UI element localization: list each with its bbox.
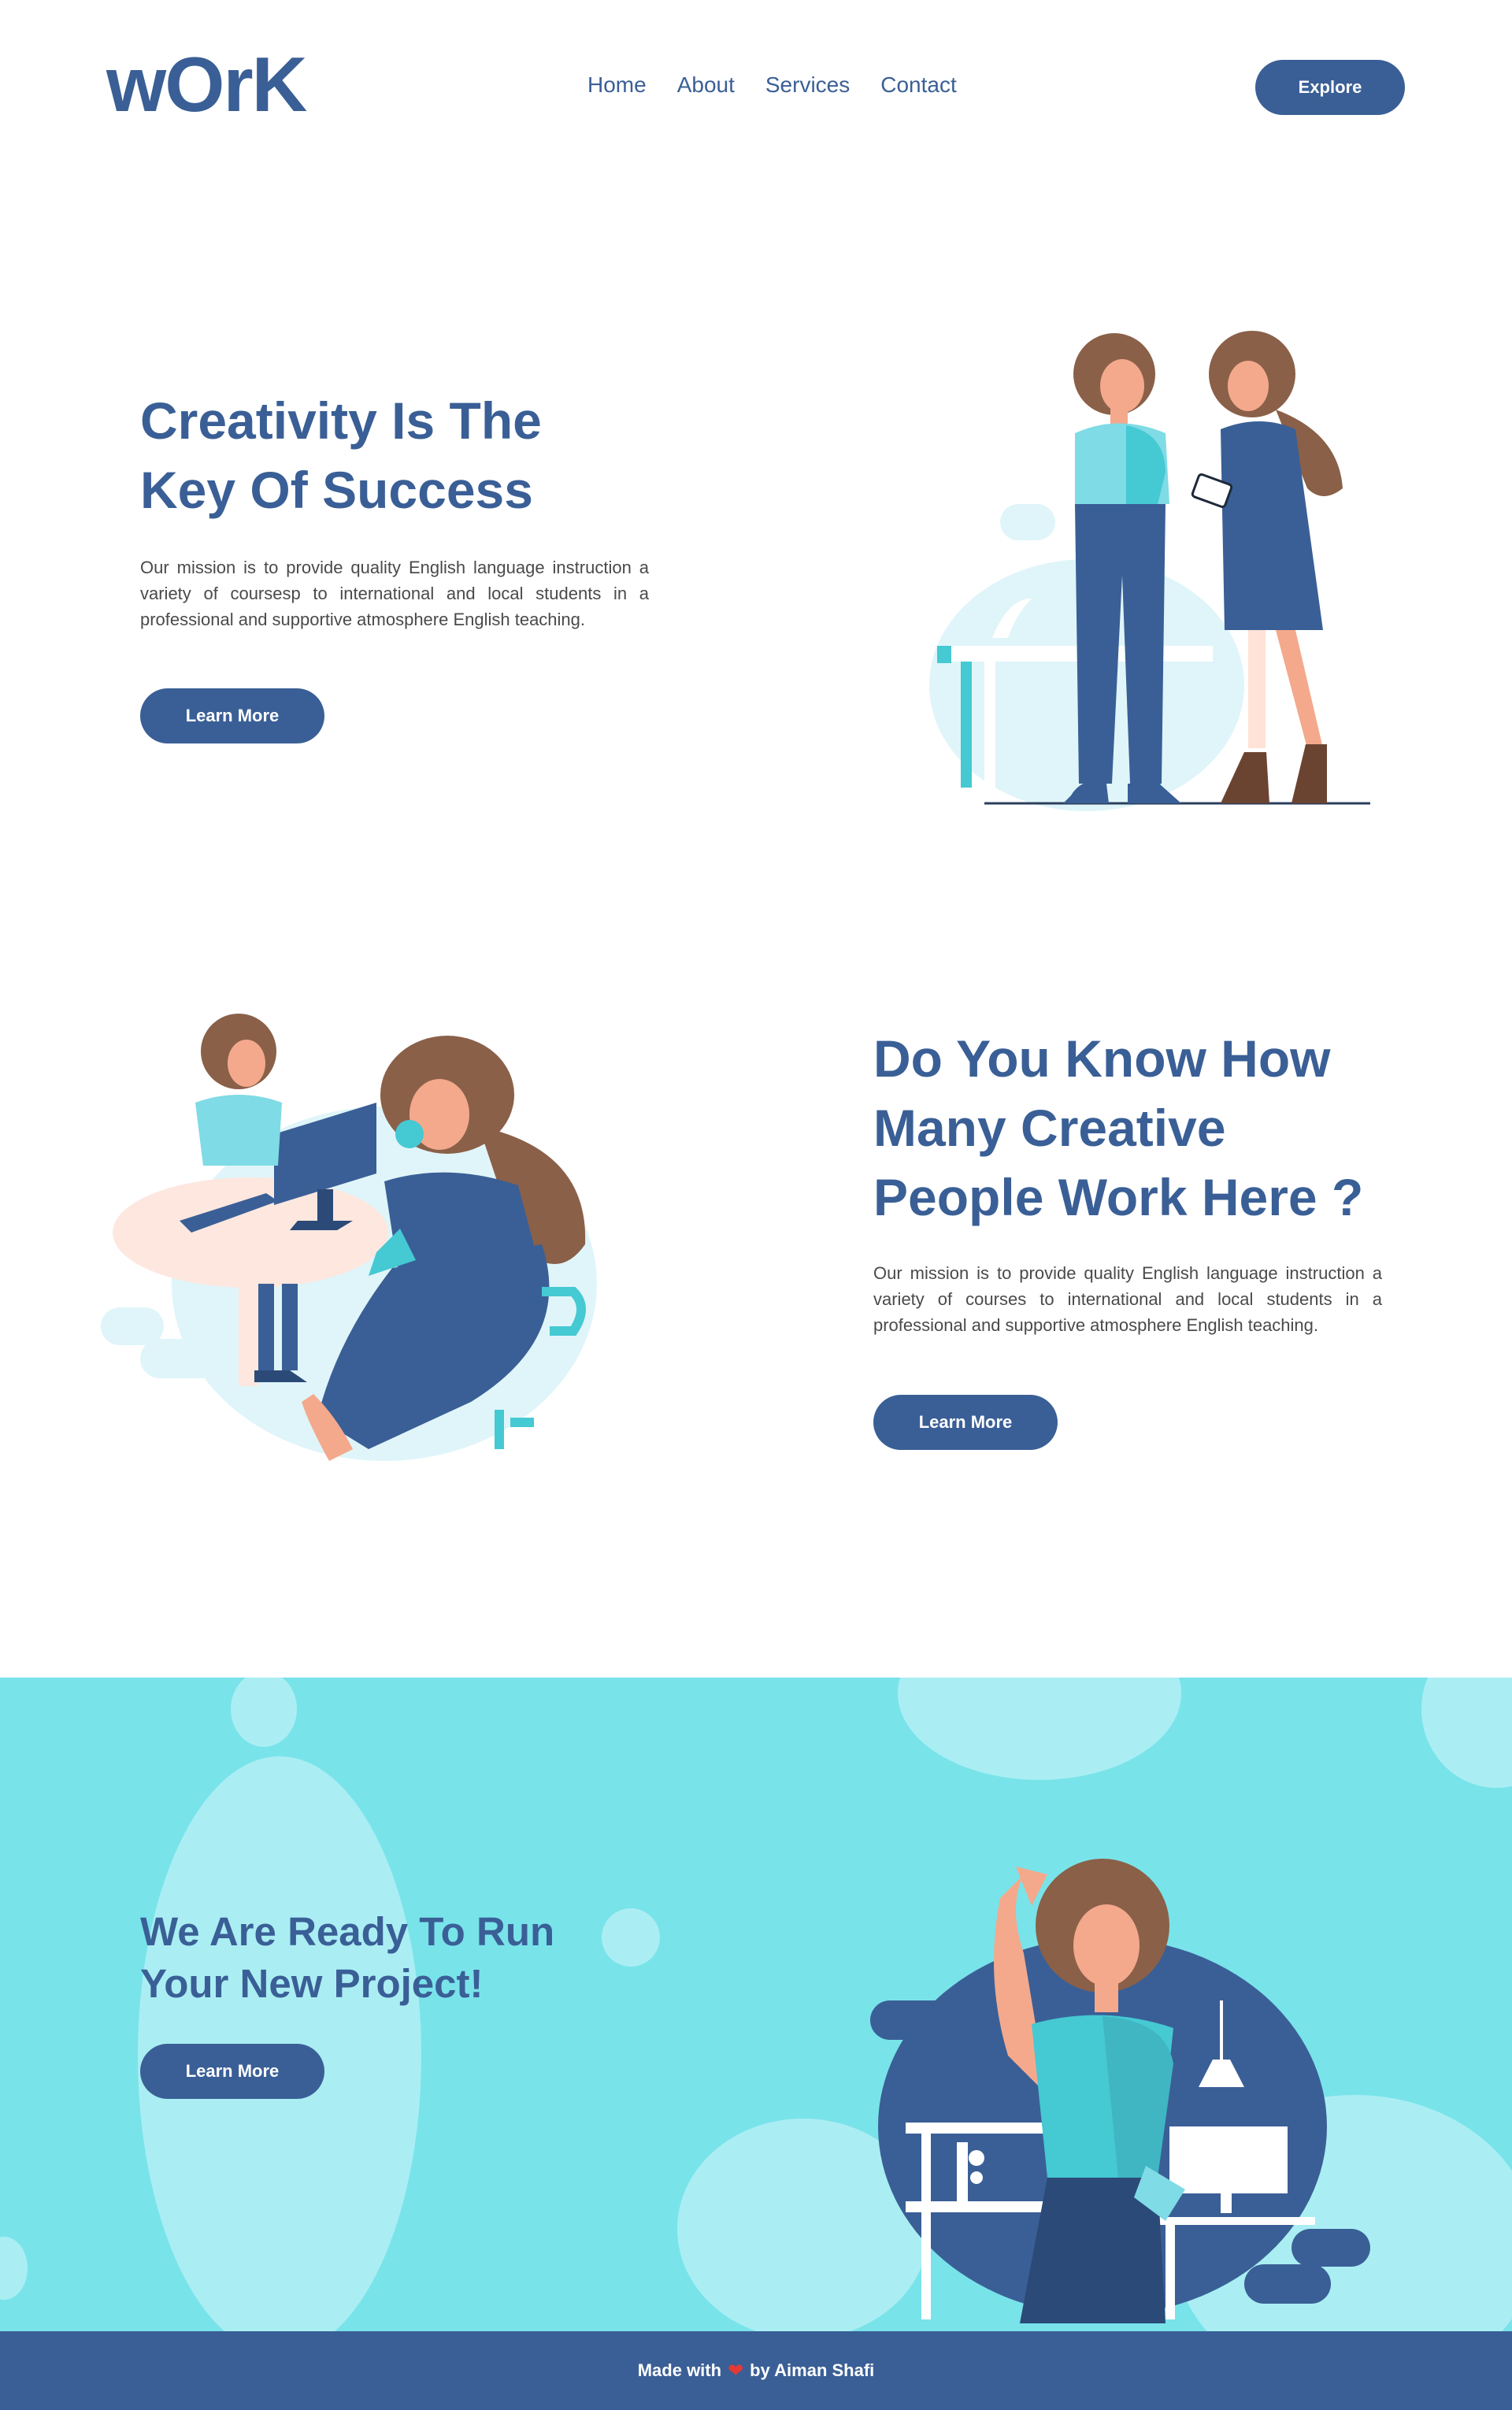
hero-title: Creativity Is The Key Of Success [140,386,644,525]
waving-woman-illustration [870,1859,1370,2323]
main-nav: Home About Services Contact [587,72,957,98]
hero-title-line1: Creativity Is The [140,391,542,450]
cta-section: We Are Ready To Run Your New Project! Le… [0,1678,1512,2331]
cta-title: We Are Ready To Run Your New Project! [140,1906,628,2010]
explore-button[interactable]: Explore [1255,60,1405,115]
hero-title-line2: Key Of Success [140,461,533,519]
hero-description: Our mission is to provide quality Englis… [140,558,649,629]
section2-title-line2: Many Creative [873,1099,1226,1157]
footer-made-with: Made with [637,2360,722,2380]
nav-contact[interactable]: Contact [880,72,957,98]
section2-learn-more-button[interactable]: Learn More [873,1395,1058,1450]
nav-about[interactable]: About [677,72,735,98]
section2-title: Do You Know How Many Creative People Wor… [873,1024,1425,1232]
cta-learn-more-button[interactable]: Learn More [140,2044,324,2099]
heart-icon: ❤ [728,2360,744,2382]
site-footer: Made with ❤ by Aiman Shafi [0,2331,1512,2410]
hero-learn-more-button[interactable]: Learn More [140,688,324,743]
site-header: wOrK Home About Services Contact Explore [0,0,1512,173]
section2-description: Our mission is to provide quality Englis… [873,1263,1382,1335]
logo[interactable]: wOrK [106,46,307,123]
two-women-illustration [929,331,1370,811]
office-workers-illustration [101,1014,597,1461]
nav-home[interactable]: Home [587,72,647,98]
footer-author[interactable]: by Aiman Shafi [750,2360,874,2381]
cta-title-line1: We Are Ready To Run [140,1909,555,1954]
nav-services[interactable]: Services [765,72,850,98]
section2-title-line3: People Work Here ? [873,1168,1364,1226]
cta-title-line2: Your New Project! [140,1961,484,2006]
section2-title-line1: Do You Know How [873,1029,1331,1088]
